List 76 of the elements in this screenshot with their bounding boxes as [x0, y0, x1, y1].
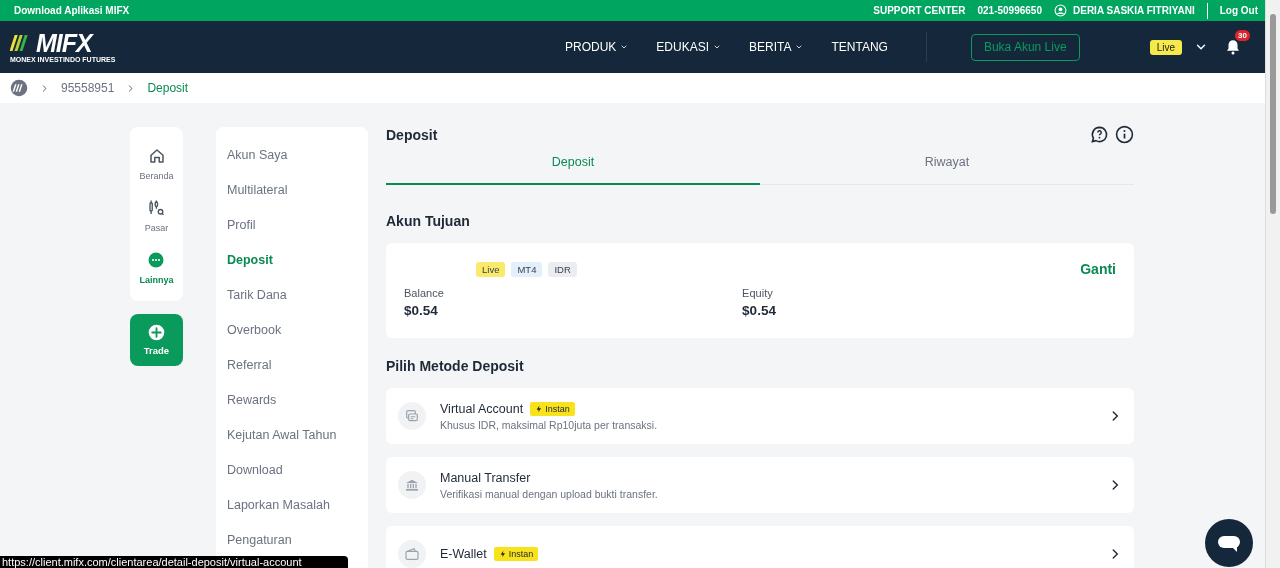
- side-menu-item[interactable]: Tarik Dana: [227, 287, 357, 304]
- caret-icon: [713, 43, 721, 51]
- rail-nav-item[interactable]: Pasar: [144, 199, 169, 233]
- balance-value: $0.54: [404, 303, 439, 318]
- breadcrumb-link[interactable]: 95558951: [61, 81, 115, 95]
- side-menu-item[interactable]: Download: [227, 462, 357, 479]
- equity-label: Equity: [742, 287, 774, 299]
- wallet-icon: [398, 540, 426, 568]
- candlestick-search-icon: [147, 199, 166, 217]
- status-url-tooltip: https://client.mifx.com/clientarea/detail-deposit/virtual-account: [0, 556, 348, 568]
- side-menu-item[interactable]: Akun Saya: [227, 147, 357, 164]
- chevron-right-icon: [126, 83, 136, 93]
- caret-icon: [620, 43, 629, 51]
- home-logo-icon[interactable]: [10, 79, 28, 97]
- side-menu-item[interactable]: Rewards: [227, 392, 357, 409]
- download-app-link[interactable]: Download Aplikasi MIFX: [14, 5, 130, 16]
- section-heading: Akun Tujuan: [386, 213, 471, 229]
- open-live-account-button[interactable]: Buka Akun Live: [970, 33, 1080, 61]
- method-name: E-Wallet: [440, 547, 487, 561]
- nav-menu-item[interactable]: TENTANG: [831, 40, 888, 54]
- rail-nav-item[interactable]: Beranda: [139, 147, 174, 181]
- info-icon[interactable]: [1115, 125, 1134, 144]
- logo-wordmark[interactable]: MIFX: [36, 32, 92, 54]
- user-icon: [1054, 4, 1067, 17]
- nav-menu-item[interactable]: BERITA: [749, 40, 804, 54]
- account-badge: Live: [1149, 39, 1182, 55]
- method-name: Manual Transfer: [440, 470, 531, 485]
- nav-menu-item[interactable]: PRODUK: [564, 40, 629, 54]
- plus-icon: [148, 324, 165, 341]
- instant-badge: Instan: [530, 401, 575, 416]
- side-menu-item[interactable]: Profil: [227, 217, 357, 234]
- side-menu-item[interactable]: Kejutan Awal Tahun: [227, 427, 357, 444]
- instant-badge: Instan: [493, 547, 539, 561]
- breadcrumb-link[interactable]: Deposit: [147, 81, 189, 95]
- method-description: Khusus IDR, maksimal Rp10juta per transaksi.: [440, 418, 659, 431]
- card-icon: [398, 402, 426, 430]
- account-tag: Live: [476, 261, 506, 277]
- deposit-method-row[interactable]: Manual Transfer Verifikasi manual dengan upload bukti transfer.: [386, 457, 1134, 513]
- user-name[interactable]: DERIA SASKIA FITRIYANI: [1073, 5, 1195, 16]
- help-chat-icon[interactable]: [1090, 125, 1109, 144]
- notification-count: 30: [1235, 30, 1250, 41]
- side-menu-item[interactable]: Referral: [227, 357, 357, 374]
- equity-value: $0.54: [742, 303, 777, 318]
- rail-nav-item[interactable]: Lainnya: [139, 251, 174, 285]
- caret-icon: [795, 43, 804, 51]
- side-menu-item[interactable]: Multilateral: [227, 182, 357, 199]
- trade-button[interactable]: Trade: [130, 314, 183, 366]
- phone-number: 021-50996650: [977, 5, 1042, 16]
- bank-icon: [398, 471, 426, 499]
- chevron-right-icon: [40, 83, 49, 93]
- section-heading: Pilih Metode Deposit: [386, 358, 525, 374]
- side-menu-item[interactable]: Laporkan Masalah: [227, 497, 357, 514]
- chat-icon: [1217, 533, 1241, 553]
- lightning-icon: [498, 550, 507, 558]
- method-name: Virtual Account: [440, 401, 524, 416]
- more-icon: [147, 251, 166, 269]
- tab[interactable]: Riwayat: [760, 148, 1134, 185]
- account-tag: MT4: [511, 261, 543, 277]
- page-title: Deposit: [386, 126, 438, 143]
- change-account-link[interactable]: Ganti: [1080, 261, 1116, 277]
- side-menu-item[interactable]: Overbook: [227, 322, 357, 339]
- method-description: Verifikasi manual dengan upload bukti transfer.: [440, 487, 659, 500]
- deposit-method-row[interactable]: E-Wallet Instan: [386, 526, 1134, 568]
- lightning-icon: [535, 404, 544, 413]
- deposit-method-row[interactable]: Virtual Account Instan Khusus IDR, maksimal Rp10juta per transaksi.: [386, 388, 1134, 444]
- side-menu-item[interactable]: Deposit: [227, 252, 357, 269]
- bell-icon[interactable]: [1224, 38, 1242, 56]
- home-icon: [147, 147, 166, 165]
- nav-menu-item[interactable]: EDUKASI: [656, 40, 721, 54]
- balance-label: Balance: [404, 287, 445, 299]
- tab[interactable]: Deposit: [386, 148, 760, 185]
- chat-button[interactable]: [1205, 519, 1253, 567]
- side-menu-item[interactable]: Pengaturan: [227, 532, 357, 549]
- account-tag: IDR: [548, 261, 577, 277]
- support-center-link[interactable]: SUPPORT CENTER: [873, 5, 966, 16]
- logout-link[interactable]: Log Out: [1219, 5, 1258, 16]
